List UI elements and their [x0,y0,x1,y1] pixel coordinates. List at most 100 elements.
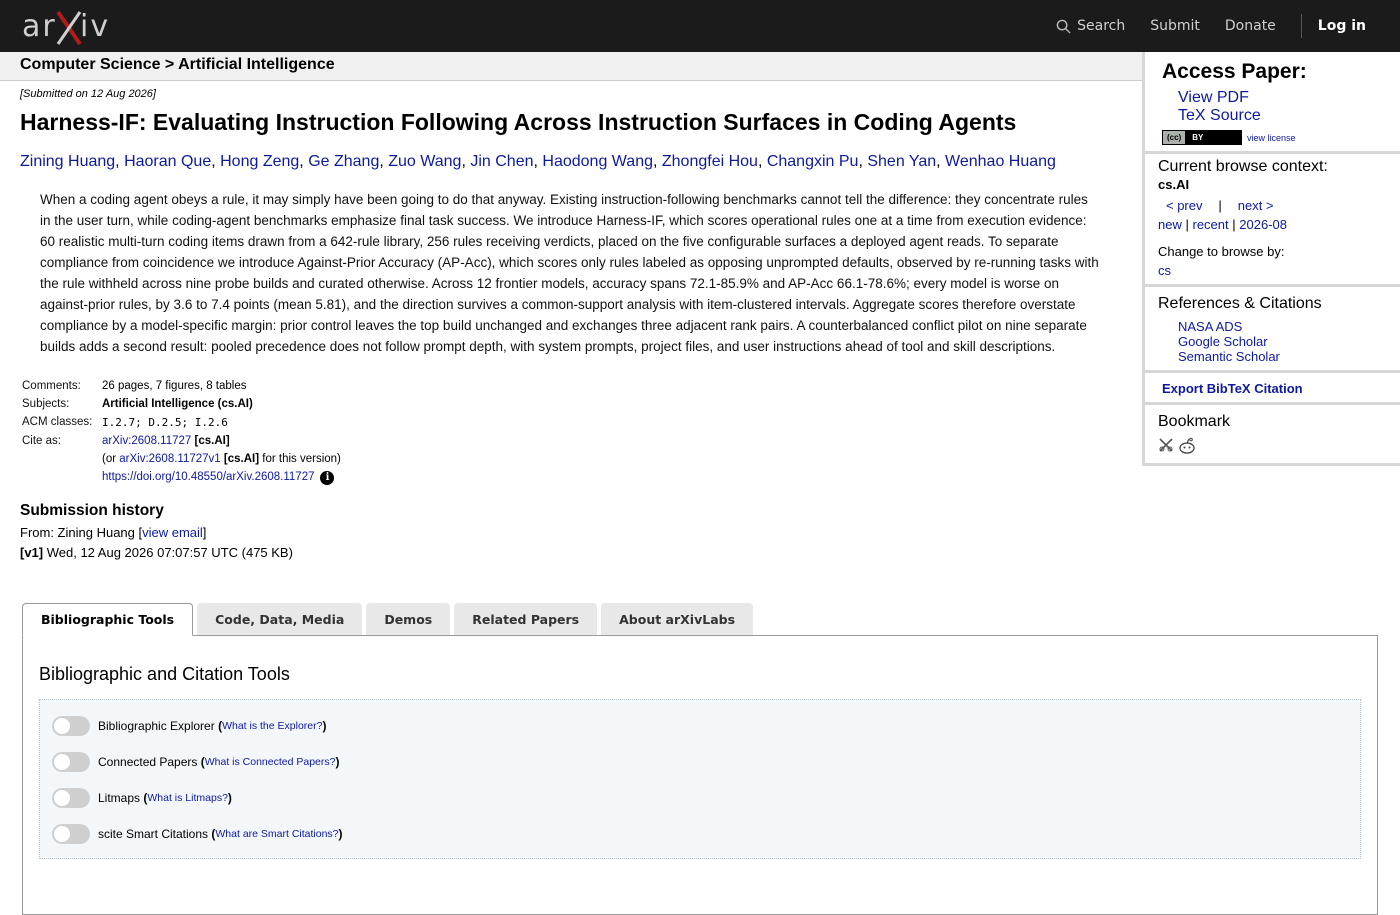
cc-icon: (cc) [1163,131,1187,144]
license: (cc) BY view license [1162,130,1388,145]
tab-code-data-media[interactable]: Code, Data, Media [197,603,363,635]
paper-title: Harness-IF: Evaluating Instruction Follo… [20,109,1017,135]
svg-text:ar: ar [22,9,57,44]
bibliographic-explorer-toggle[interactable] [52,716,90,736]
author-link[interactable]: Zining Huang [20,153,115,170]
acm-label-rest: classes: [47,416,93,429]
litmaps-toggle[interactable] [52,788,90,808]
google-scholar-link[interactable]: Google Scholar [1178,334,1388,349]
cite-category: [cs.AI] [194,435,230,448]
explorer-help-link[interactable]: What is the Explorer? [222,720,322,732]
login-link[interactable]: Log in [1318,18,1366,34]
arxiv-logo[interactable]: ar iv [22,6,114,46]
reddit-icon[interactable] [1178,437,1196,455]
cite-link[interactable]: arXiv:2608.11727 [102,435,191,447]
bookmark-icons [1158,437,1388,455]
next-link[interactable]: next > [1238,198,1274,213]
export-box: Export BibTeX Citation [1142,373,1400,405]
scite-help-link[interactable]: What are Smart Citations? [215,828,338,840]
tab-demos[interactable]: Demos [366,603,451,635]
tools-list: Bibliographic Explorer (What is the Expl… [39,699,1361,859]
access-paper-box: Access Paper: View PDF TeX Source (cc) B… [1142,52,1400,154]
recent-link[interactable]: recent [1193,217,1229,232]
version-label: [v1] [20,545,44,561]
connected-papers-toggle[interactable] [52,752,90,772]
panel-title: Bibliographic and Citation Tools [39,664,290,684]
view-pdf-link[interactable]: View PDF [1178,89,1388,107]
references-box: References & Citations NASA ADS Google S… [1142,287,1400,373]
cc-by-badge[interactable]: (cc) BY [1162,130,1242,145]
prev-next-row: < prev | next > [1166,198,1274,213]
top-header: ar iv Search Submit Donate Log in [0,0,1400,52]
cite-v1-category: [cs.AI] [223,453,260,466]
cite-row: Cite as: arXiv:2608.11727 [cs.AI] [20,432,343,450]
author-list: Zining Huang, Haoran Que, Hong Zeng, Ge … [20,152,1056,170]
acm-label: ACM classes: [20,413,100,432]
submission-from: From: Zining Huang [view email] [20,525,207,541]
tool-scite: scite Smart Citations (What are Smart Ci… [52,816,1348,852]
author-link[interactable]: Zuo Wang [388,153,461,170]
by-icon: BY [1192,133,1204,142]
litmaps-help-link[interactable]: What is Litmaps? [147,792,228,804]
author-link[interactable]: Wenhao Huang [945,153,1056,170]
scite-toggle[interactable] [52,824,90,844]
bibsonomy-icon[interactable] [1158,437,1174,453]
author-link[interactable]: Zhongfei Hou [662,153,758,170]
browse-cs-link[interactable]: cs [1158,263,1171,278]
comments-label: Comments: [22,380,81,393]
view-license-link[interactable]: view license [1247,133,1296,143]
paper-main: [Submitted on 12 Aug 2026] Harness-IF: E… [20,81,1120,560]
tab-about-arxivlabs[interactable]: About arXivLabs [601,603,754,635]
labs-tabs: Bibliographic Tools Code, Data, Media De… [22,603,757,636]
connected-papers-help-link[interactable]: What is Connected Papers? [205,756,336,768]
semantic-scholar-link[interactable]: Semantic Scholar [1178,349,1388,364]
metadata-table: Comments: 26 pages, 7 figures, 8 tables … [20,377,343,488]
doi-link[interactable]: https://doi.org/10.48550/arXiv.2608.1172… [102,471,314,483]
search-link[interactable]: Search [1056,18,1125,34]
prev-link[interactable]: < prev [1166,198,1203,213]
tool-litmaps: Litmaps (What is Litmaps?) [52,780,1348,816]
author-link[interactable]: Hong Zeng [220,153,299,170]
author-link[interactable]: Haoran Que [124,153,211,170]
submission-history-title: Submission history [20,502,164,520]
author-link[interactable]: Haodong Wang [542,153,653,170]
author-link[interactable]: Shen Yan [867,153,936,170]
donate-link[interactable]: Donate [1225,18,1276,34]
submission-date: [Submitted on 12 Aug 2026] [20,88,156,100]
references-title: References & Citations [1158,295,1322,312]
tex-source-link[interactable]: TeX Source [1178,107,1388,125]
acm-row: ACM classes: I.2.7; D.2.5; I.2.6 [20,413,343,432]
subjects-value: Artificial Intelligence (cs.AI) [102,398,253,411]
acm-value: I.2.7; D.2.5; I.2.6 [102,416,228,430]
version-v1: [v1] Wed, 12 Aug 2026 07:07:57 UTC (475 … [20,545,293,561]
bookmark-box: Bookmark [1142,405,1400,466]
comments-row: Comments: 26 pages, 7 figures, 8 tables [20,377,343,395]
submit-link[interactable]: Submit [1150,18,1200,34]
change-browse-label: Change to browse by: [1158,244,1285,259]
acm-abbr: ACM [22,416,48,429]
header-nav: Search Submit Donate Log in [1056,0,1400,52]
subjects-row: Subjects: Artificial Intelligence (cs.AI… [20,395,343,413]
info-icon[interactable]: i [320,471,335,486]
browse-context-value: cs.AI [1158,177,1190,192]
abstract: When a coding agent obeys a rule, it may… [40,192,1099,355]
author-link[interactable]: Ge Zhang [308,153,379,170]
author-link[interactable]: Jin Chen [470,153,533,170]
author-link[interactable]: Changxin Pu [767,153,859,170]
view-email-link[interactable]: view email [142,525,203,540]
month-link[interactable]: 2026-08 [1239,217,1287,232]
sidebar: Access Paper: View PDF TeX Source (cc) B… [1142,52,1400,466]
tab-related-papers[interactable]: Related Papers [454,603,598,635]
cite-label: Cite as: [22,435,61,448]
tab-bibliographic-tools[interactable]: Bibliographic Tools [22,603,194,636]
browse-context-box: Current browse context: cs.AI < prev | n… [1142,154,1400,287]
cite-version-row: (or arXiv:2608.11727v1 [cs.AI] for this … [102,453,341,466]
nasa-ads-link[interactable]: NASA ADS [1178,319,1388,334]
cite-v1-link[interactable]: arXiv:2608.11727v1 [119,453,220,465]
subjects-label: Subjects: [22,398,70,411]
access-paper-title: Access Paper: [1162,60,1307,83]
tool-connected-papers: Connected Papers (What is Connected Pape… [52,744,1348,780]
new-link[interactable]: new [1158,217,1182,232]
export-bibtex-link[interactable]: Export BibTeX Citation [1162,381,1303,396]
nav-divider [1300,14,1302,38]
